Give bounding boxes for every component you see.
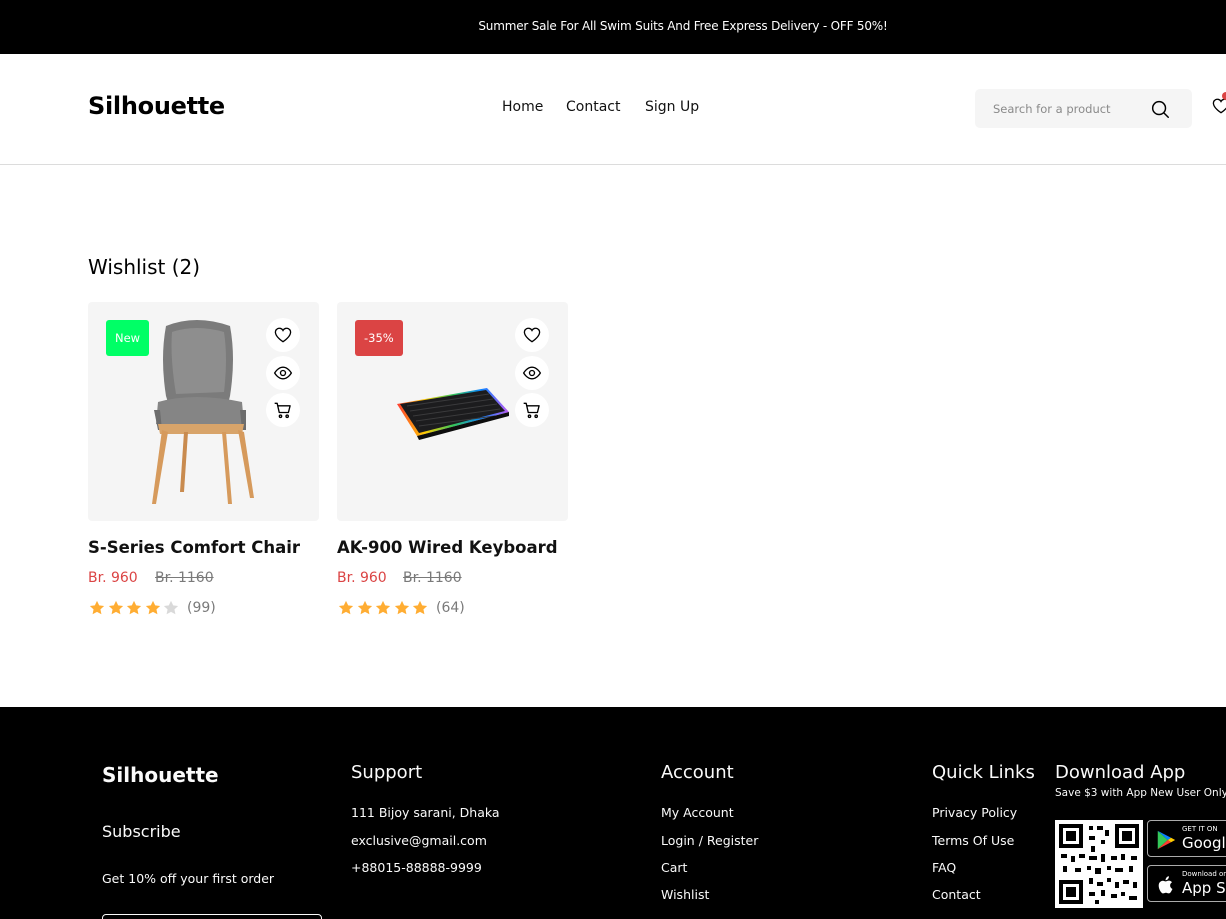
quick-view-button[interactable] <box>515 356 549 390</box>
nav-signup[interactable]: Sign Up <box>645 99 699 115</box>
footer-logo: Silhouette <box>102 763 219 787</box>
new-badge: New <box>106 320 150 356</box>
product-price: Br. 960 <box>337 570 387 586</box>
footer-link-contact[interactable]: Contact <box>932 887 981 902</box>
heart-icon <box>523 327 541 343</box>
quick-links-heading: Quick Links <box>932 762 1035 783</box>
nav-contact[interactable]: Contact <box>566 99 620 115</box>
star-icon <box>89 600 105 615</box>
google-play-big-text: Google Play <box>1182 834 1226 852</box>
product-old-price: Br. 1160 <box>403 570 462 586</box>
support-phone[interactable]: +88015-88888-9999 <box>351 860 482 875</box>
support-email[interactable]: exclusive@gmail.com <box>351 833 487 848</box>
product-card[interactable]: New S-Series Comfort Chair Br. 960 Br. 1… <box>88 302 319 616</box>
support-heading: Support <box>351 762 423 783</box>
app-store-big-text: App Store <box>1182 879 1226 897</box>
wishlist-toggle-button[interactable] <box>266 318 300 352</box>
star-icon <box>412 600 428 615</box>
chair-image <box>152 320 254 504</box>
heart-icon <box>274 327 292 343</box>
apple-icon <box>1158 876 1173 894</box>
support-address: 111 Bijoy sarani, Dhaka <box>351 805 500 820</box>
product-image-area: -35% <box>337 302 568 521</box>
subscribe-heading: Subscribe <box>102 822 181 841</box>
discount-badge: -35% <box>355 320 403 356</box>
rating-stars <box>337 599 430 619</box>
star-icon <box>394 600 409 615</box>
star-icon <box>126 600 142 615</box>
review-count: (99) <box>187 600 216 616</box>
star-icon <box>108 600 123 615</box>
eye-icon <box>522 366 542 380</box>
review-count: (64) <box>436 600 465 616</box>
search-box <box>975 89 1192 128</box>
footer-link-faq[interactable]: FAQ <box>932 860 956 875</box>
product-name[interactable]: AK-900 Wired Keyboard <box>337 538 558 557</box>
keyboard-image <box>397 388 509 440</box>
search-icon[interactable] <box>1149 98 1171 120</box>
star-icon <box>163 600 179 615</box>
wishlist-title: Wishlist (2) <box>88 255 201 279</box>
footer-link-cart[interactable]: Cart <box>661 860 687 875</box>
product-name[interactable]: S-Series Comfort Chair <box>88 538 300 557</box>
footer-link-my-account[interactable]: My Account <box>661 805 734 820</box>
product-image-area: New <box>88 302 319 521</box>
google-play-button[interactable]: GET IT ON Google Play <box>1147 820 1226 857</box>
footer-link-wishlist[interactable]: Wishlist <box>661 887 709 902</box>
product-card[interactable]: -35% AK-900 Wired Keyboard Br. 960 Br. 1… <box>337 302 568 616</box>
star-icon <box>145 600 160 615</box>
app-store-button[interactable]: Download on the App Store <box>1147 865 1226 902</box>
top-banner: Summer Sale For All Swim Suits And Free … <box>0 0 1226 54</box>
star-icon <box>338 600 354 615</box>
wishlist-toggle-button[interactable] <box>515 318 549 352</box>
add-to-cart-button[interactable] <box>515 393 549 427</box>
account-heading: Account <box>661 762 734 783</box>
logo[interactable]: Silhouette <box>88 92 225 120</box>
rating-stars <box>88 599 181 619</box>
star-icon <box>357 600 372 615</box>
footer-link-login-register[interactable]: Login / Register <box>661 833 758 848</box>
download-note: Save $3 with App New User Only <box>1055 787 1226 799</box>
subscribe-email-input[interactable] <box>102 914 322 919</box>
google-play-small-text: GET IT ON <box>1182 825 1218 833</box>
eye-icon <box>273 366 293 380</box>
cart-icon <box>523 402 540 419</box>
product-old-price: Br. 1160 <box>155 570 214 586</box>
app-store-small-text: Download on the <box>1182 870 1226 878</box>
google-play-icon <box>1157 830 1176 850</box>
site-footer: Silhouette Subscribe Get 10% off your fi… <box>0 707 1226 919</box>
search-input[interactable] <box>993 99 1133 119</box>
cart-icon <box>274 402 291 419</box>
wishlist-count-badge <box>1222 92 1226 100</box>
banner-message: Summer Sale For All Swim Suits And Free … <box>478 19 888 33</box>
star-icon <box>375 600 391 615</box>
footer-link-terms[interactable]: Terms Of Use <box>932 833 1014 848</box>
quick-view-button[interactable] <box>266 356 300 390</box>
site-header: Silhouette Home Contact Sign Up <box>0 54 1226 165</box>
nav-home[interactable]: Home <box>502 99 543 115</box>
download-heading: Download App <box>1055 762 1186 783</box>
product-price: Br. 960 <box>88 570 138 586</box>
subscribe-offer: Get 10% off your first order <box>102 871 275 886</box>
footer-link-privacy[interactable]: Privacy Policy <box>932 805 1017 820</box>
qr-code <box>1055 820 1143 908</box>
add-to-cart-button[interactable] <box>266 393 300 427</box>
